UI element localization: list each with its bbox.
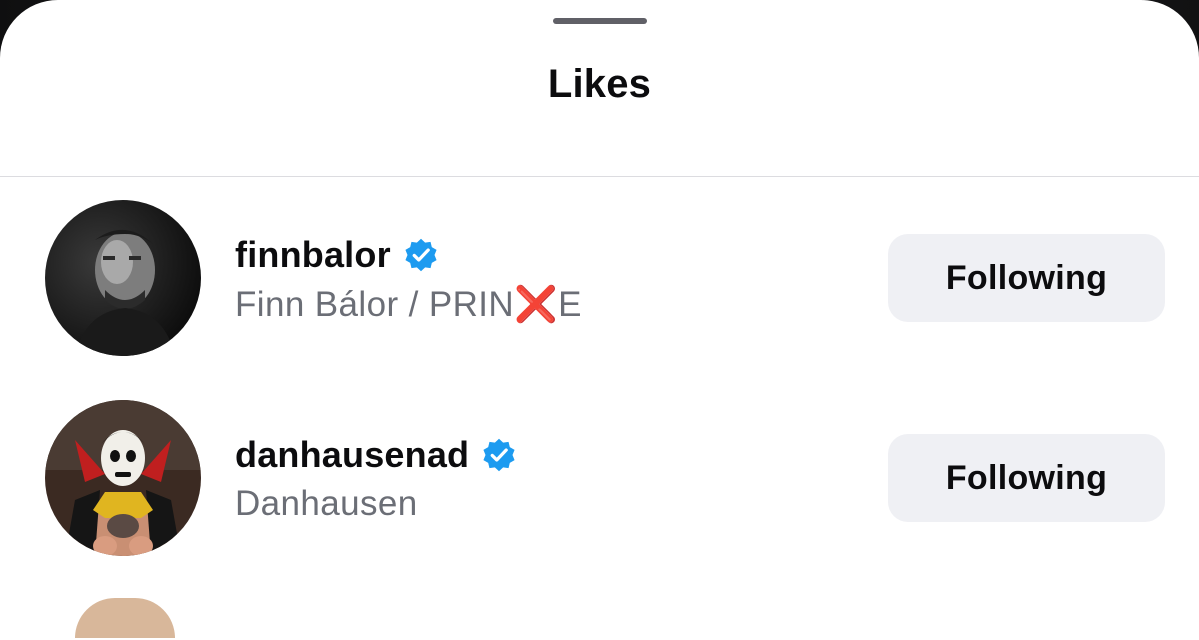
username-line: finnbalor <box>235 233 439 277</box>
sheet-grabber-handle[interactable] <box>553 18 647 24</box>
sheet-title: Likes <box>547 62 652 106</box>
username[interactable]: danhausenad <box>235 434 469 476</box>
full-name: Finn Bálor / PRIN❌E <box>235 285 582 324</box>
list-item[interactable]: finnbalor Finn Bálor / PRIN❌E Following <box>0 177 1199 377</box>
avatar[interactable] <box>45 400 201 556</box>
following-button[interactable]: Following <box>888 434 1165 522</box>
verified-badge-icon <box>481 437 517 473</box>
verified-badge-icon <box>403 237 439 273</box>
avatar[interactable] <box>45 200 201 356</box>
list-item[interactable]: danhausenad Danhausen Following <box>0 377 1199 577</box>
following-button[interactable]: Following <box>888 234 1165 322</box>
avatar[interactable] <box>75 598 175 638</box>
likes-bottom-sheet: Likes finnbalor Finn Bálor / PRIN❌E Foll… <box>0 0 1199 640</box>
username-line: danhausenad <box>235 433 517 477</box>
full-name: Danhausen <box>235 484 418 523</box>
username[interactable]: finnbalor <box>235 234 391 276</box>
